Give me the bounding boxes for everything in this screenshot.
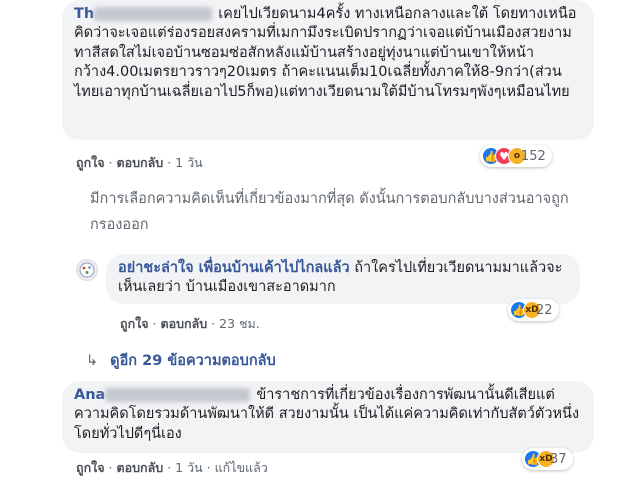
timestamp[interactable]: 1 วัน [175, 460, 203, 475]
filter-notice: มีการเลือกความคิดเห็นที่เกี่ยวข้องมากที่… [90, 191, 569, 233]
reaction-summary[interactable]: 👍 xD 22 [508, 299, 559, 321]
reply-arrow-icon: ↳ [86, 353, 99, 369]
redacted-name [94, 7, 213, 21]
comment-actions: ถูกใจ · ตอบกลับ · 1 วัน · แก้ไขแล้ว [76, 460, 268, 475]
reply-button[interactable]: ตอบกลับ [117, 155, 164, 170]
comment-author[interactable]: Th [74, 6, 94, 22]
avatar[interactable] [76, 259, 98, 281]
edited-label[interactable]: แก้ไขแล้ว [215, 460, 268, 475]
reaction-count: 152 [521, 148, 546, 164]
reply-author[interactable]: อย่าชะล่าใจ เพื่อนบ้านเค้าไปไกลแล้ว [118, 260, 350, 276]
timestamp[interactable]: 1 วัน [175, 155, 203, 170]
avatar-image-icon [79, 262, 95, 278]
comment-bubble: Th เคยไปเวียดนาม4ครั้ง ทางเหนือกลางและใต้… [62, 0, 594, 140]
comment-actions: ถูกใจ · ตอบกลับ · 1 วัน [76, 155, 203, 170]
reaction-count: 37 [550, 451, 567, 467]
reply-actions: ถูกใจ · ตอบกลับ · 23 ชม. [120, 316, 260, 331]
like-button[interactable]: ถูกใจ [120, 316, 149, 331]
redacted-name [105, 388, 251, 402]
reply-button[interactable]: ตอบกลับ [161, 316, 208, 331]
view-more-replies-label: ดูอีก 29 ข้อความตอบกลับ [110, 353, 276, 369]
view-more-replies-link[interactable]: ↳ ดูอีก 29 ข้อความตอบกลับ [86, 349, 276, 372]
reaction-summary[interactable]: 👍 xD 37 [522, 448, 573, 470]
like-button[interactable]: ถูกใจ [76, 460, 105, 475]
reply-button[interactable]: ตอบกลับ [117, 460, 164, 475]
timestamp[interactable]: 23 ชม. [219, 316, 260, 331]
reaction-summary[interactable]: 👍 ♥ o 152 [480, 145, 552, 167]
reply-bubble: อย่าชะล่าใจ เพื่อนบ้านเค้าไปไกลแล้ว ถ้าใ… [106, 254, 580, 304]
like-button[interactable]: ถูกใจ [76, 155, 105, 170]
comment-bubble: Ana ข้าราชการที่เกี่ยวข้องเรื่องการพัฒนาน… [62, 381, 594, 453]
reaction-count: 22 [536, 302, 553, 318]
comment-author[interactable]: Ana [74, 387, 105, 403]
